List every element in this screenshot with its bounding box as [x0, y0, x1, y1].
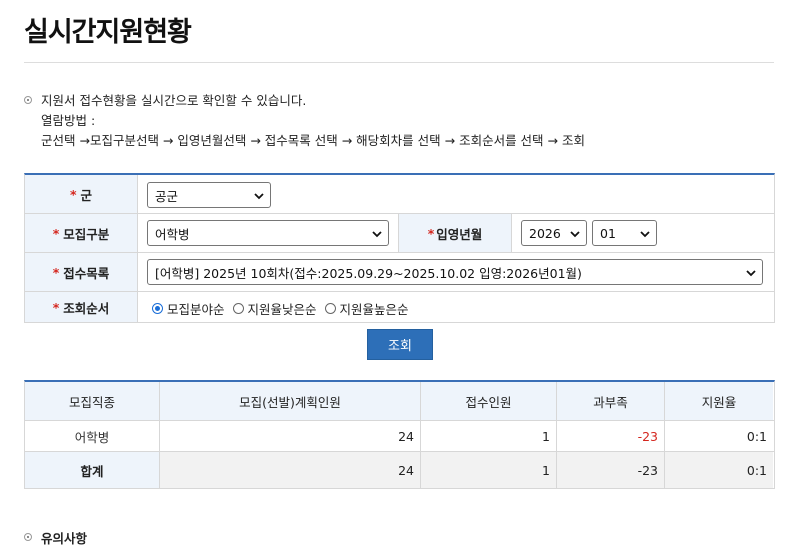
total-shortfall: -23 [557, 452, 665, 488]
order-radio-high[interactable]: 지원율높은순 [324, 299, 409, 318]
chevron-down-icon [746, 270, 756, 277]
info-section: 지원서 접수현황을 실시간으로 확인할 수 있습니다. 열람방법 : 군선택 →… [24, 91, 585, 151]
radio-icon [232, 303, 244, 314]
table-row: 어학병 24 1 -23 0:1 [25, 421, 774, 452]
branch-label: * 군 [25, 175, 138, 213]
header-applied: 접수인원 [421, 382, 557, 420]
radio-icon [324, 303, 336, 314]
bullet-icon [24, 96, 32, 104]
cell-field: 어학병 [25, 421, 160, 451]
required-mark: * [52, 264, 60, 280]
notice-heading: 유의사항 [24, 528, 87, 547]
cell-ratio: 0:1 [746, 428, 767, 444]
recruit-type-select[interactable]: 어학병 [147, 220, 389, 246]
search-form: * 군 공군 * 모집구분 어학병 * 입영년월 2026 01 * 접수목록 [어학병… [24, 173, 775, 323]
form-row-list: * 접수목록 [어학병] 2025년 10회차(접수:2025.09.29~202… [25, 253, 774, 292]
required-mark: * [69, 186, 77, 202]
recruit-type-label: * 모집구분 [25, 214, 138, 252]
bullet-icon [24, 533, 32, 541]
form-row-branch: * 군 공군 [25, 175, 774, 214]
required-mark: * [52, 225, 60, 241]
order-label: * 조회순서 [25, 292, 138, 322]
chevron-down-icon [372, 231, 382, 238]
branch-select[interactable]: 공군 [147, 182, 271, 208]
header-shortfall: 과부족 [557, 382, 665, 420]
cell-applied: 1 [421, 421, 557, 451]
info-line-3: 군선택 →모집구분선택 → 입영년월선택 → 접수목록 선택 → 해당회차를 선… [41, 133, 585, 148]
enlist-label: * 입영년월 [398, 214, 512, 252]
list-label: * 접수목록 [25, 253, 138, 291]
required-mark: * [427, 225, 435, 241]
enlist-month-select[interactable]: 01 [592, 220, 657, 246]
form-row-recruit: * 모집구분 어학병 * 입영년월 2026 01 [25, 214, 774, 253]
order-radio-low[interactable]: 지원율낮은순 [232, 299, 317, 318]
total-ratio: 0:1 [665, 452, 773, 488]
result-table: 모집직종 모집(선발)계획인원 접수인원 과부족 지원율 어학병 24 1 -2… [24, 380, 775, 489]
table-header: 모집직종 모집(선발)계획인원 접수인원 과부족 지원율 [25, 382, 774, 421]
order-radio-field[interactable]: 모집분야순 [152, 299, 225, 318]
total-planned: 24 [160, 452, 421, 488]
header-field: 모집직종 [25, 382, 160, 420]
page-title: 실시간지원현황 [24, 17, 192, 48]
required-mark: * [52, 299, 60, 315]
header-planned: 모집(선발)계획인원 [160, 382, 421, 420]
list-select[interactable]: [어학병] 2025년 10회차(접수:2025.09.29~2025.10.0… [147, 259, 763, 285]
order-radio-group: 모집분야순 지원율낮은순 지원율높은순 [152, 299, 417, 318]
cell-shortfall: -23 [557, 421, 665, 451]
chevron-down-icon [570, 231, 580, 238]
cell-planned: 24 [160, 421, 421, 451]
total-label: 합계 [25, 452, 160, 488]
enlist-year-select[interactable]: 2026 [521, 220, 587, 246]
info-line-1: 지원서 접수현황을 실시간으로 확인할 수 있습니다. [41, 93, 307, 108]
radio-checked-icon [152, 303, 163, 314]
chevron-down-icon [640, 231, 650, 238]
header-ratio: 지원율 [665, 382, 773, 420]
search-button[interactable]: 조회 [367, 329, 433, 360]
chevron-down-icon [254, 193, 264, 200]
info-line-2: 열람방법 : [41, 113, 96, 128]
table-total-row: 합계 24 1 -23 0:1 [25, 452, 774, 489]
title-divider [24, 62, 774, 63]
form-row-order: * 조회순서 모집분야순 지원율낮은순 지원율높은순 [25, 292, 774, 323]
total-applied: 1 [421, 452, 557, 488]
